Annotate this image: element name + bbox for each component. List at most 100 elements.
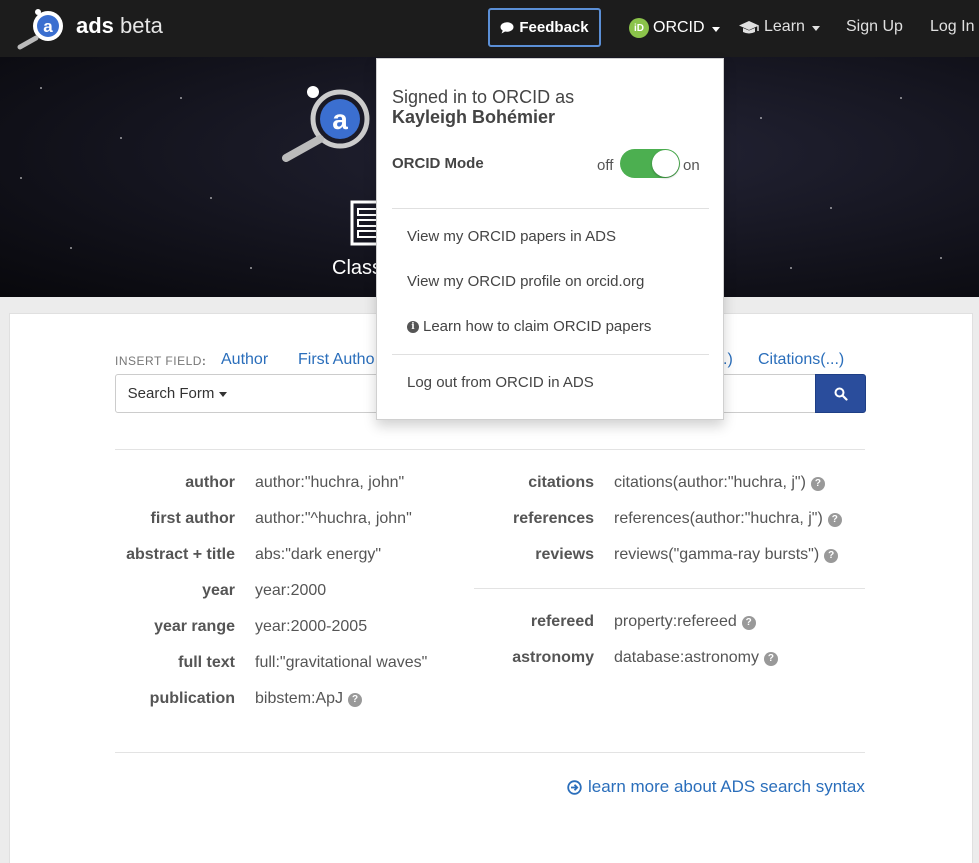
brand-ads: ads (76, 13, 114, 38)
insert-field-first-author[interactable]: First Autho (298, 351, 374, 369)
example-label-year: year (202, 582, 235, 599)
question-circle-icon[interactable]: ? (763, 652, 778, 666)
divider (115, 449, 865, 450)
example-label-refereed: refereed (530, 613, 594, 630)
example-label-citations: citations (528, 474, 594, 491)
top-navbar: a ads beta Feedback iD ORCID Learn Sign … (0, 0, 979, 57)
example-value-reviews-text[interactable]: reviews("gamma-ray bursts") (614, 546, 819, 563)
example-label-author: author (185, 474, 235, 491)
chevron-down-icon (811, 25, 820, 31)
svg-text:a: a (43, 17, 53, 36)
menu-item-log-out-orcid[interactable]: Log out from ORCID in ADS (407, 374, 594, 391)
example-value-astronomy: database:astronomy? (614, 649, 778, 667)
insert-field-label: INSERT FIELD: (115, 354, 206, 368)
feedback-button[interactable]: Feedback (488, 8, 601, 47)
brand-name[interactable]: ads beta (76, 13, 163, 39)
menu-item-learn-claim-label: Learn how to claim ORCID papers (423, 318, 652, 335)
orcid-mode-label: ORCID Mode (392, 155, 484, 172)
learn-menu-label: Learn (764, 18, 805, 35)
divider (392, 354, 709, 355)
search-submit-button[interactable] (815, 374, 866, 413)
classic-form-label[interactable]: Class (332, 257, 382, 280)
chevron-down-icon (711, 26, 720, 32)
orcid-menu-label: ORCID (653, 19, 705, 36)
question-circle-icon[interactable]: ? (824, 549, 839, 563)
example-value-astronomy-text[interactable]: database:astronomy (614, 649, 759, 666)
example-value-citations: citations(author:"huchra, j")? (614, 474, 825, 492)
learn-menu-toggle[interactable]: Learn (738, 18, 820, 36)
star (20, 177, 22, 179)
star (70, 247, 72, 249)
insert-field-text: INSERT FIELD (115, 354, 202, 368)
brand-beta: beta (120, 13, 163, 38)
learn-more-search-syntax-link[interactable]: learn more about ADS search syntax (567, 777, 865, 797)
svg-text:a: a (332, 104, 348, 135)
example-value-abstract-title[interactable]: abs:"dark energy" (255, 546, 381, 564)
ads-logo-icon[interactable]: a (14, 6, 74, 50)
ads-hero-logo-icon: a (282, 86, 370, 162)
comment-icon (500, 21, 514, 33)
feedback-label: Feedback (519, 19, 589, 36)
search-form-label: Search Form (127, 385, 215, 402)
question-circle-icon[interactable]: ? (827, 513, 842, 527)
example-label-full-text: full text (178, 654, 235, 671)
star (900, 97, 902, 99)
menu-item-view-orcid-profile[interactable]: View my ORCID profile on orcid.org (407, 273, 644, 290)
question-circle-icon[interactable]: ? (810, 477, 825, 491)
star (40, 87, 42, 89)
star (940, 257, 942, 259)
insert-field-colon: : (201, 354, 207, 368)
search-icon (834, 387, 848, 401)
question-circle-icon[interactable]: ? (741, 616, 756, 630)
orcid-id-icon: iD (629, 18, 649, 38)
sign-up-link[interactable]: Sign Up (846, 18, 903, 36)
info-circle-icon: i (407, 320, 419, 333)
star (760, 117, 762, 119)
star (830, 207, 832, 209)
search-form-dropdown-button[interactable]: Search Form (115, 374, 240, 413)
orcid-signed-in-text: Signed in to ORCID as (392, 87, 575, 107)
star (120, 137, 122, 139)
orcid-mode-on-label: on (683, 157, 700, 174)
insert-field-author[interactable]: Author (221, 351, 268, 369)
example-value-references: references(author:"huchra, j")? (614, 510, 842, 528)
orcid-dropdown-menu: Signed in to ORCID as Kayleigh Bohémier … (376, 58, 724, 420)
example-label-first-author: first author (150, 510, 235, 527)
example-value-citations-text[interactable]: citations(author:"huchra, j") (614, 474, 806, 491)
example-value-refereed-text[interactable]: property:refereed (614, 613, 737, 630)
example-value-year-range[interactable]: year:2000-2005 (255, 618, 367, 636)
toggle-knob[interactable] (652, 150, 679, 177)
chevron-down-icon (219, 392, 228, 397)
example-value-publication: bibstem:ApJ? (255, 690, 363, 708)
question-circle-icon[interactable]: ? (348, 693, 363, 707)
example-value-reviews: reviews("gamma-ray bursts")? (614, 546, 839, 564)
divider (115, 752, 865, 753)
menu-item-learn-claim-papers[interactable]: i Learn how to claim ORCID papers (407, 318, 651, 335)
divider (474, 588, 865, 589)
example-value-refereed: property:refereed? (614, 613, 756, 631)
example-value-first-author[interactable]: author:"^huchra, john" (255, 510, 412, 528)
orcid-menu-toggle[interactable]: iD ORCID (629, 18, 720, 38)
example-value-publication-text[interactable]: bibstem:ApJ (255, 690, 343, 707)
example-value-year[interactable]: year:2000 (255, 582, 326, 600)
example-value-full-text[interactable]: full:"gravitational waves" (255, 654, 427, 672)
orcid-mode-toggle[interactable] (620, 149, 680, 178)
example-label-astronomy: astronomy (512, 649, 594, 666)
orcid-mode-off-label: off (597, 157, 614, 174)
log-in-link[interactable]: Log In (930, 18, 974, 36)
arrow-circle-right-icon (567, 779, 582, 795)
insert-field-partial[interactable]: .) (723, 351, 733, 369)
example-value-references-text[interactable]: references(author:"huchra, j") (614, 510, 823, 527)
example-label-references: references (513, 510, 594, 527)
learn-more-label: learn more about ADS search syntax (588, 777, 865, 796)
example-value-author[interactable]: author:"huchra, john" (255, 474, 404, 492)
example-label-abstract-title: abstract + title (126, 546, 235, 563)
insert-field-citations[interactable]: Citations(...) (758, 351, 844, 369)
star (180, 97, 182, 99)
example-label-publication: publication (149, 690, 235, 707)
example-label-year-range: year range (154, 618, 235, 635)
star (250, 267, 252, 269)
star (790, 267, 792, 269)
divider (392, 208, 709, 209)
menu-item-view-orcid-papers[interactable]: View my ORCID papers in ADS (407, 228, 616, 245)
